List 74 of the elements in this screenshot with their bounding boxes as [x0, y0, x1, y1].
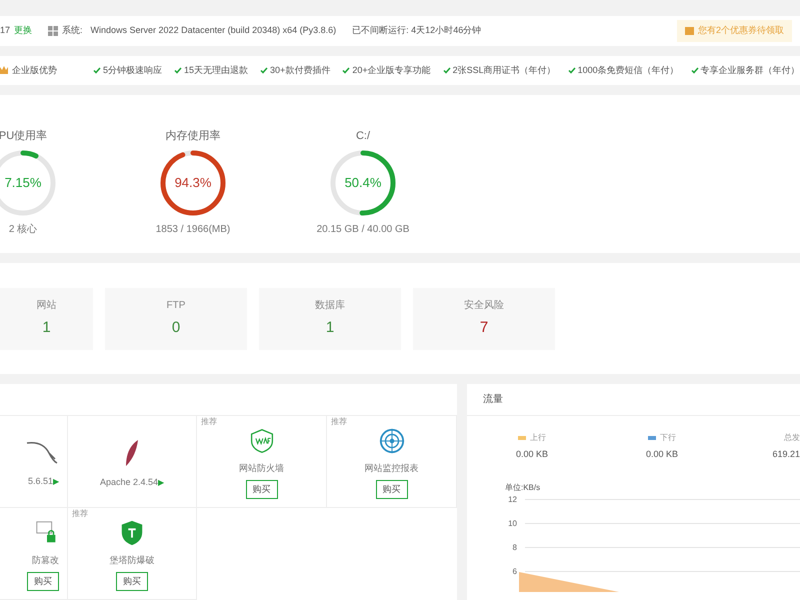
gauge-title: PU使用率	[0, 128, 48, 144]
stat-value: 0	[172, 318, 180, 338]
crown-icon	[0, 66, 8, 74]
gauge-value: 7.15%	[4, 174, 42, 192]
coupon-badge[interactable]: 您有2个优惠券待领取	[676, 20, 792, 42]
gauge-detail: 1853 / 1966(MB)	[156, 223, 230, 238]
check-icon	[690, 66, 699, 74]
enterprise-title: 企业版优势	[12, 64, 57, 77]
stat-label: FTP	[166, 298, 186, 313]
play-icon[interactable]: ▶	[158, 476, 164, 488]
gauge-detail: 20.15 GB / 40.00 GB	[316, 223, 410, 238]
legend-label: 上行	[530, 432, 546, 444]
gauge-value: 94.3%	[174, 174, 212, 192]
gauge-detail: 2 核心	[8, 222, 38, 238]
software-name: Apache 2.4.54	[100, 476, 158, 489]
tick-label: 12	[507, 494, 517, 506]
windows-icon	[48, 26, 58, 36]
system-value: Windows Server 2022 Datacenter (build 20348) x64 (Py3.8.6)	[90, 24, 336, 38]
system-label: 系统:	[62, 24, 83, 38]
advantage-text: 20+企业版专享功能	[352, 64, 431, 77]
gauge-title: C:/	[356, 128, 370, 144]
software-name: 防篡改	[32, 554, 59, 567]
stat-label: 网站	[36, 298, 56, 313]
check-icon	[442, 66, 451, 74]
tick-label: 10	[507, 518, 517, 530]
switch-link[interactable]: 更换	[14, 24, 32, 38]
advantage-text: 5分钟极速响应	[103, 64, 162, 77]
axis-label: 单位:KB/s	[505, 482, 542, 494]
gauge-title: 内存使用率	[166, 128, 220, 144]
stat-value: 7	[480, 318, 488, 338]
software-name: 堡塔防爆破	[110, 554, 154, 567]
check-icon	[174, 66, 182, 74]
check-icon	[260, 66, 268, 74]
buy-button[interactable]: 购买	[376, 480, 408, 499]
traffic-value: 0.00 KB	[646, 448, 678, 461]
total-label: 总发	[784, 432, 800, 444]
buy-button[interactable]: 购买	[246, 480, 278, 499]
recommend-tag: 推荐	[331, 416, 347, 428]
tick-label: 8	[512, 542, 517, 554]
recommend-tag: 推荐	[72, 508, 88, 520]
coupon-icon	[684, 26, 694, 35]
check-icon	[568, 66, 576, 74]
software-name: 网站防火墙	[239, 462, 284, 475]
stat-value: 1	[42, 318, 51, 338]
stat-card[interactable]: 网站 1	[0, 288, 93, 350]
play-icon[interactable]: ▶	[53, 476, 59, 488]
software-name: 网站监控报表	[364, 462, 418, 475]
stat-card[interactable]: 安全风险 7	[413, 288, 555, 350]
stat-label: 安全风险	[464, 298, 504, 313]
advantage-text: 专享企业服务群（年付）	[700, 64, 800, 77]
legend-label: 下行	[660, 432, 676, 444]
software-name: 5.6.51	[28, 474, 53, 488]
advantage-text: 15天无理由退款	[184, 64, 248, 77]
recommend-tag: 推荐	[201, 416, 217, 428]
buy-button[interactable]: 购买	[116, 572, 148, 591]
stat-value: 1	[326, 318, 334, 338]
gauge-value: 50.4%	[344, 174, 382, 192]
target-icon	[378, 428, 406, 454]
panel-title: 流量	[483, 392, 503, 407]
check-icon	[93, 66, 101, 74]
advantage-text: 2张SSL商用证书（年付）	[452, 64, 556, 77]
traffic-value: 619.21	[772, 448, 800, 461]
stat-label: 数据库	[315, 298, 345, 313]
traffic-value: 0.00 KB	[516, 448, 548, 461]
check-icon	[342, 66, 350, 74]
buy-button[interactable]: 购买	[27, 572, 59, 591]
advantage-text: 30+款付费插件	[270, 64, 330, 77]
shield-icon	[120, 520, 144, 546]
advantage-text: 1000条免费短信（年付）	[578, 64, 679, 77]
version-text: 17	[0, 24, 10, 38]
uptime-text: 已不间断运行: 4天12小时46分钟	[352, 24, 482, 38]
stat-card[interactable]: FTP 0	[105, 288, 247, 350]
stat-card[interactable]: 数据库 1	[259, 288, 401, 350]
tick-label: 6	[512, 566, 517, 578]
